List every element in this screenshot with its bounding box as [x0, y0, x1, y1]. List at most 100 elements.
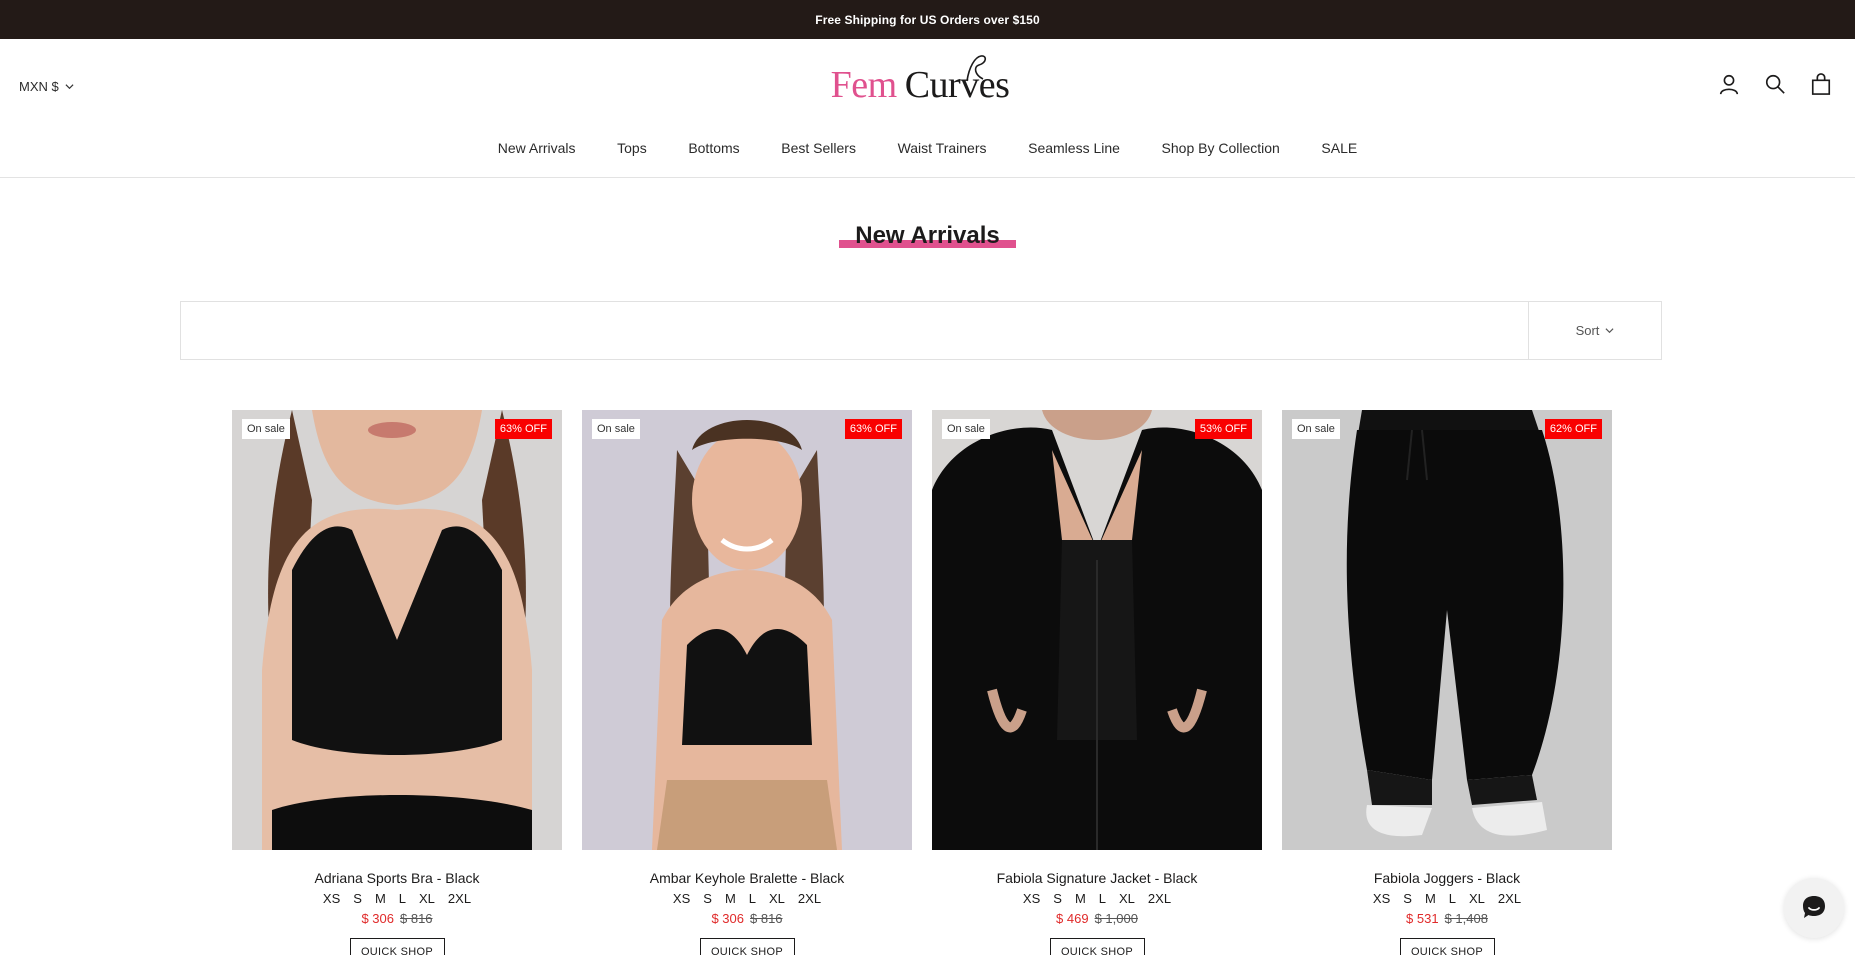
on-sale-badge: On sale: [242, 419, 290, 439]
sort-label: Sort: [1575, 323, 1600, 338]
product-photo: [1282, 410, 1612, 850]
product-image[interactable]: On sale 53% OFF: [932, 410, 1262, 850]
size-option[interactable]: L: [1099, 891, 1106, 906]
discount-badge: 62% OFF: [1544, 419, 1602, 439]
quick-shop-button[interactable]: QUICK SHOP: [349, 938, 445, 955]
product-card: On sale 63% OFF Adriana Sports Bra - Bla…: [232, 410, 562, 955]
size-list: XS S M L XL 2XL: [232, 891, 562, 906]
chat-icon: [1803, 896, 1825, 918]
compare-price: $ 816: [400, 911, 433, 926]
product-title[interactable]: Ambar Keyhole Bralette - Black: [582, 870, 912, 886]
price-row: $ 306 $ 816: [232, 911, 562, 926]
announcement-bar: Free Shipping for US Orders over $150: [0, 0, 1855, 39]
product-image[interactable]: On sale 63% OFF: [232, 410, 562, 850]
product-card: On sale 62% OFF Fabiola Joggers - Black …: [1282, 410, 1612, 955]
chevron-down-icon: [1605, 328, 1614, 334]
nav-new-arrivals[interactable]: New Arrivals: [477, 140, 596, 156]
size-option[interactable]: L: [1449, 891, 1456, 906]
quick-shop-button[interactable]: QUICK SHOP: [1399, 938, 1495, 955]
on-sale-badge: On sale: [942, 419, 990, 439]
product-grid: On sale 63% OFF Adriana Sports Bra - Bla…: [232, 410, 1612, 955]
page-title-wrap: New Arrivals: [0, 222, 1855, 250]
nav-bottoms[interactable]: Bottoms: [668, 140, 761, 156]
logo-flourish-icon: [965, 55, 986, 82]
product-photo: [582, 410, 912, 850]
product-image[interactable]: On sale 62% OFF: [1282, 410, 1612, 850]
product-photo: [932, 410, 1262, 850]
size-option[interactable]: 2XL: [798, 891, 821, 906]
announcement-text: Free Shipping for US Orders over $150: [815, 12, 1040, 27]
compare-price: $ 1,000: [1094, 911, 1138, 926]
search-icon[interactable]: [1763, 72, 1787, 96]
size-option[interactable]: XS: [1373, 891, 1390, 906]
price-row: $ 531 $ 1,408: [1282, 911, 1612, 926]
chevron-down-icon: [65, 84, 74, 90]
chat-widget-button[interactable]: [1784, 878, 1844, 938]
logo-text-fem: Fem: [830, 64, 898, 106]
size-option[interactable]: L: [399, 891, 406, 906]
nav-best-sellers[interactable]: Best Sellers: [760, 140, 876, 156]
product-card: On sale 63% OFF Ambar Keyhole Bralette -…: [582, 410, 912, 955]
size-option[interactable]: M: [1075, 891, 1086, 906]
logo-text-curves: Curves: [904, 55, 1010, 107]
size-option[interactable]: 2XL: [448, 891, 471, 906]
discount-badge: 53% OFF: [1194, 419, 1252, 439]
compare-price: $ 816: [750, 911, 783, 926]
discount-badge: 63% OFF: [494, 419, 552, 439]
size-option[interactable]: XS: [673, 891, 690, 906]
logo-text-curves-label: Curves: [904, 64, 1010, 106]
size-option[interactable]: M: [1425, 891, 1436, 906]
account-icon[interactable]: [1717, 72, 1741, 96]
product-image[interactable]: On sale 63% OFF: [582, 410, 912, 850]
size-option[interactable]: S: [703, 891, 712, 906]
nav-waist-trainers[interactable]: Waist Trainers: [877, 140, 1008, 156]
compare-price: $ 1,408: [1444, 911, 1488, 926]
nav-seamless-line[interactable]: Seamless Line: [1007, 140, 1140, 156]
product-title[interactable]: Fabiola Signature Jacket - Black: [932, 870, 1262, 886]
size-option[interactable]: XL: [769, 891, 785, 906]
size-option[interactable]: S: [1053, 891, 1062, 906]
size-option[interactable]: XL: [1119, 891, 1135, 906]
main-nav: New Arrivals Tops Bottoms Best Sellers W…: [0, 140, 1855, 156]
product-title[interactable]: Adriana Sports Bra - Black: [232, 870, 562, 886]
product-card: On sale 53% OFF Fabiola Signature Jacket…: [932, 410, 1262, 955]
page-title-text: New Arrivals: [855, 222, 1000, 249]
discount-badge: 63% OFF: [844, 419, 902, 439]
sale-price: $ 306: [711, 911, 744, 926]
size-list: XS S M L XL 2XL: [582, 891, 912, 906]
header-icons: [1717, 72, 1833, 96]
cart-icon[interactable]: [1809, 72, 1833, 96]
size-option[interactable]: 2XL: [1498, 891, 1521, 906]
price-row: $ 306 $ 816: [582, 911, 912, 926]
size-list: XS S M L XL 2XL: [1282, 891, 1612, 906]
site-logo[interactable]: Fem Curves: [822, 55, 1018, 113]
currency-selector[interactable]: MXN $: [19, 79, 74, 94]
nav-shop-by-collection[interactable]: Shop By Collection: [1141, 140, 1301, 156]
sale-price: $ 469: [1056, 911, 1089, 926]
product-title[interactable]: Fabiola Joggers - Black: [1282, 870, 1612, 886]
product-photo: [232, 410, 562, 850]
size-option[interactable]: XL: [419, 891, 435, 906]
size-option[interactable]: S: [1403, 891, 1412, 906]
sort-button[interactable]: Sort: [1528, 302, 1661, 359]
size-option[interactable]: M: [375, 891, 386, 906]
currency-label: MXN $: [19, 79, 59, 94]
size-list: XS S M L XL 2XL: [932, 891, 1262, 906]
size-option[interactable]: 2XL: [1148, 891, 1171, 906]
site-header: MXN $ Fem Curves New Arrivals Tops Botto…: [0, 39, 1855, 178]
sale-price: $ 531: [1406, 911, 1439, 926]
quick-shop-button[interactable]: QUICK SHOP: [1049, 938, 1145, 955]
price-row: $ 469 $ 1,000: [932, 911, 1262, 926]
nav-sale[interactable]: SALE: [1301, 140, 1378, 156]
on-sale-badge: On sale: [592, 419, 640, 439]
sale-price: $ 306: [361, 911, 394, 926]
size-option[interactable]: M: [725, 891, 736, 906]
on-sale-badge: On sale: [1292, 419, 1340, 439]
size-option[interactable]: S: [353, 891, 362, 906]
quick-shop-button[interactable]: QUICK SHOP: [699, 938, 795, 955]
size-option[interactable]: XL: [1469, 891, 1485, 906]
size-option[interactable]: XS: [1023, 891, 1040, 906]
size-option[interactable]: L: [749, 891, 756, 906]
size-option[interactable]: XS: [323, 891, 340, 906]
nav-tops[interactable]: Tops: [596, 140, 667, 156]
